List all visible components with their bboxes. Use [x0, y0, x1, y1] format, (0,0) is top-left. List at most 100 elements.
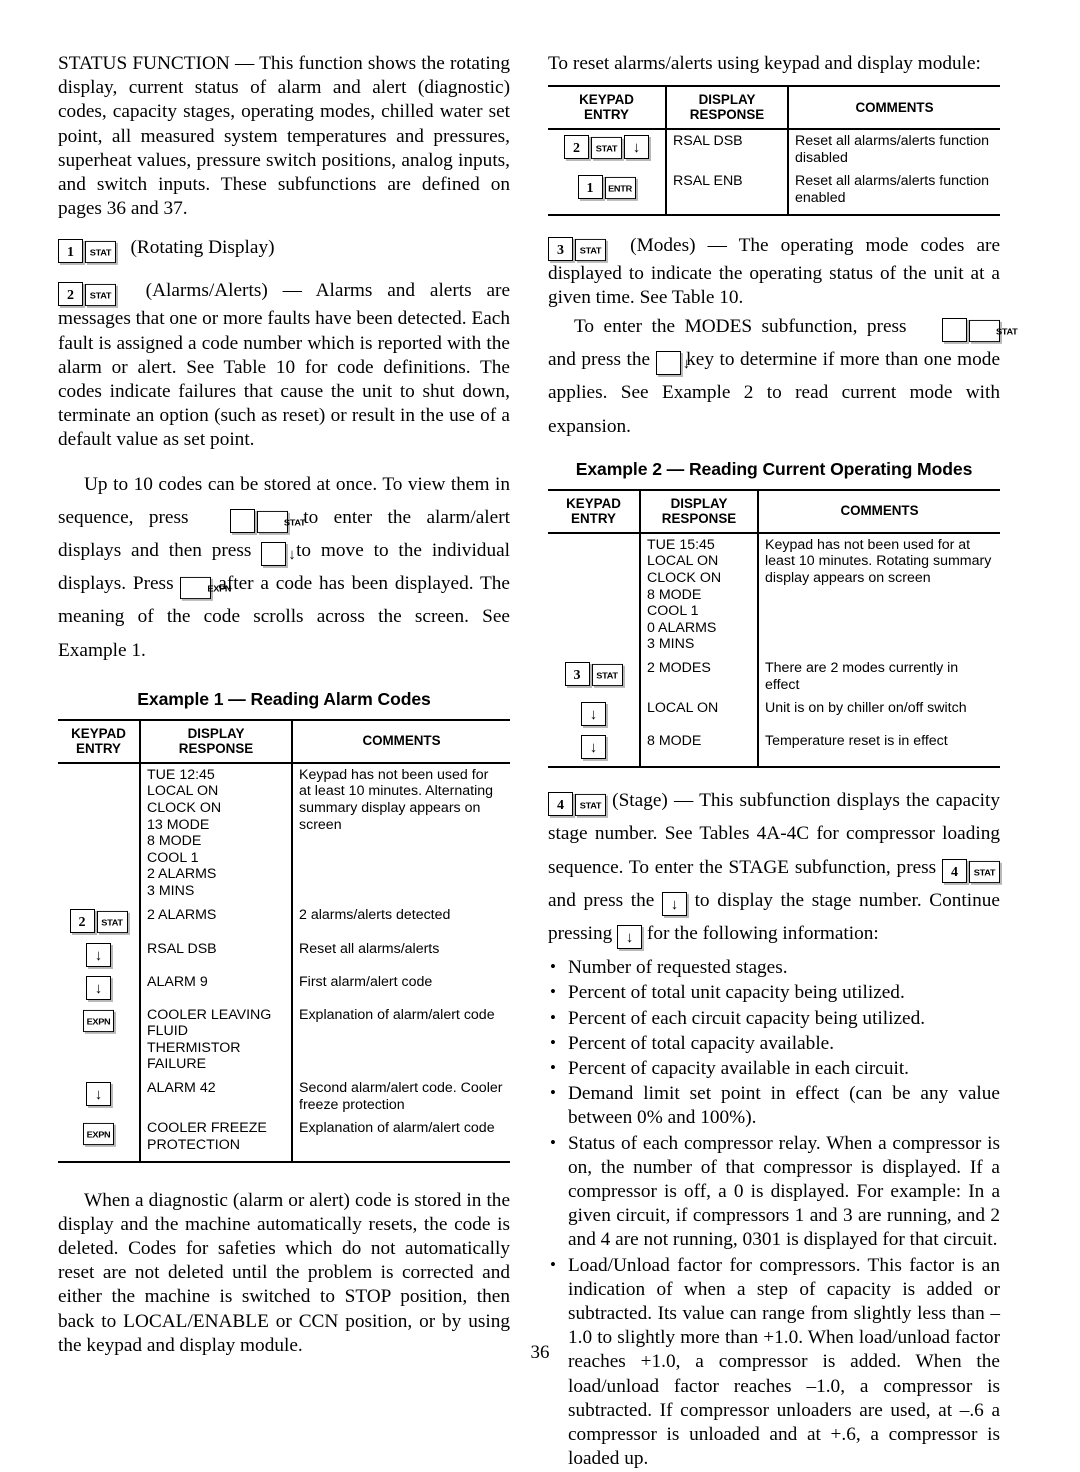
cell-comments: Unit is on by chiller on/off switch — [765, 700, 967, 717]
keypad-entry-keys: ↓ — [86, 1082, 111, 1107]
view-codes-paragraph: Up to 10 codes can be stored at once. To… — [58, 468, 510, 667]
table-row: EXPN COOLER LEAVING FLUID THERMISTOR FAIL… — [58, 1003, 510, 1078]
down-arrow-key-icon[interactable]: ↓ — [581, 702, 606, 727]
cell-comments: Second alarm/alert code. Cooler freeze p… — [299, 1080, 503, 1113]
right-column: To reset alarms/alerts using keypad and … — [548, 52, 1018, 1472]
cell-display-response: LOCAL ON — [640, 697, 759, 731]
key-4[interactable]: 4 — [548, 792, 573, 817]
cell-keypad-entry: ↓ — [58, 937, 141, 971]
keypair-3-stat: 3STAT — [916, 310, 1018, 343]
down-arrow-key-icon[interactable]: ↓ — [617, 925, 643, 950]
stat-key-icon[interactable]: STAT — [591, 137, 622, 160]
stat-key-icon[interactable]: STAT — [85, 284, 116, 307]
header-comments: COMMENTS — [788, 85, 1000, 131]
list-item: Percent of capacity available in each ci… — [548, 1057, 1000, 1081]
modes-enter-text-2: and press the — [548, 349, 651, 371]
cell-keypad-entry: ↓ — [548, 697, 641, 731]
stat-key-icon[interactable]: STAT — [96, 910, 128, 933]
down-arrow-key-icon[interactable]: ↓ — [86, 975, 111, 1000]
down-arrow-key-icon[interactable]: ↓ — [661, 891, 687, 916]
keypad-entry-keys: EXPN — [83, 1009, 114, 1033]
list-item: Demand limit set point in effect (can be… — [548, 1082, 1000, 1130]
example2-table-body: TUE 15:45 LOCAL ON CLOCK ON 8 MODE COOL … — [548, 532, 1000, 769]
key-3[interactable]: 3 — [942, 318, 976, 343]
modes-paragraph: 3 STAT (Modes) — The operating mode codes… — [548, 234, 1000, 310]
cell-display-response: 8 MODE — [640, 730, 759, 769]
stat-key-icon[interactable]: STAT — [969, 320, 1018, 343]
key-4[interactable]: 4 — [942, 858, 967, 883]
down-arrow-key-icon[interactable]: ↓ — [261, 542, 296, 567]
stage-text-4: for the following information: — [646, 923, 879, 945]
stage-bullet-list: Number of requested stages.Percent of to… — [548, 956, 1000, 1471]
key-1[interactable]: 1 — [577, 175, 603, 200]
keypair-4-stat: 4 STAT — [942, 851, 1000, 884]
example1-table-body: TUE 12:45 LOCAL ON CLOCK ON 13 MODE 8 MO… — [58, 762, 510, 1163]
list-item: Status of each compressor relay. When a … — [548, 1132, 1000, 1253]
cell-keypad-entry: 3 STAT — [548, 657, 641, 698]
down-arrow-key-icon[interactable]: ↓ — [655, 351, 690, 376]
header-display-response: DISPLAY RESPONSE — [666, 85, 789, 131]
page-number: 36 — [530, 1342, 550, 1363]
stat-key-icon[interactable]: STAT — [591, 664, 623, 687]
header-keypad-entry: KEYPAD ENTRY — [58, 718, 141, 764]
key-1[interactable]: 1 — [58, 239, 83, 264]
key-2[interactable]: 2 — [69, 908, 95, 933]
key-2[interactable]: 2 — [58, 282, 83, 307]
table-row: ↓ ALARM 42 Second alarm/alert code. Cooler… — [58, 1077, 510, 1118]
modes-enter-text-1: To enter the MODES subfunction, press — [574, 316, 907, 338]
key-2[interactable]: 2 — [564, 135, 589, 160]
example1-title: Example 1 — Reading Alarm Codes — [137, 688, 431, 709]
down-arrow-key-icon[interactable]: ↓ — [86, 942, 111, 967]
down-arrow-key-icon[interactable]: ↓ — [86, 1082, 111, 1107]
keypair-2-stat: 2STAT — [204, 501, 306, 534]
stat-key-icon[interactable]: STAT — [969, 860, 1000, 883]
keypad-entry-keys: 2 STAT — [69, 908, 128, 934]
reset-table-body: 2 STAT ↓ RSAL DSB Reset all alarms/alerts fu… — [548, 129, 1000, 216]
table-row: ↓ LOCAL ON Unit is on by chiller on/off sw… — [548, 697, 1000, 731]
table-row: ↓ RSAL DSB Reset all alarms/alerts — [58, 937, 510, 971]
alarms-alerts-text: (Alarms/Alerts) — Alarms and alerts are … — [58, 280, 511, 451]
table-header-row: KEYPAD ENTRY DISPLAY RESPONSE COMMENTS — [58, 718, 510, 764]
table-row: 3 STAT 2 MODES There are 2 modes currently … — [548, 657, 1000, 698]
cell-keypad-entry: ↓ — [58, 970, 141, 1004]
left-column: STATUS FUNCTION — This function shows th… — [58, 52, 510, 1358]
key-3[interactable]: 3 — [564, 662, 590, 687]
cell-keypad-entry: ↓ — [58, 1077, 141, 1118]
header-display-response: DISPLAY RESPONSE — [640, 488, 759, 534]
key-2[interactable]: 2 — [229, 508, 264, 533]
keypair-1-stat: 1 STAT — [58, 236, 116, 264]
key-3[interactable]: 3 — [548, 236, 573, 261]
cell-comments: There are 2 modes currently in effect — [765, 660, 959, 693]
reset-alarms-table: KEYPAD ENTRY DISPLAY RESPONSE COMMENTS 2… — [548, 85, 1000, 216]
cell-display-response: RSAL ENB — [666, 170, 789, 216]
cell-keypad-entry: 2 STAT ↓ — [548, 129, 667, 171]
keypad-entry-keys: 2 STAT ↓ — [564, 135, 649, 160]
stat-key-icon[interactable]: STAT — [575, 794, 606, 817]
table-row: 1 ENTR RSAL ENB Reset all alarms/alerts fun… — [548, 170, 1000, 216]
keypair-2-stat: 2STAT — [58, 279, 116, 307]
down-arrow-key-icon[interactable]: ↓ — [624, 135, 649, 160]
table-row: 2 STAT 2 ALARMS 2 alarms/alerts detected — [58, 903, 510, 938]
cell-comments: Reset all alarms/alerts function disable… — [795, 133, 989, 166]
cell-comments: Temperature reset is in effect — [758, 730, 1000, 769]
expn-key-icon[interactable]: EXPN — [83, 1009, 114, 1032]
status-function-paragraph: STATUS FUNCTION — This function shows th… — [58, 53, 510, 220]
modes-text: (Modes) — The operating mode codes are d… — [548, 234, 1001, 308]
alarms-alerts-paragraph: 2 STAT (Alarms/Alerts) — Alarms and alert… — [58, 279, 510, 452]
two-column-layout: STATUS FUNCTION — This function shows th… — [58, 52, 1022, 1472]
expn-key-icon[interactable]: EXPN — [180, 577, 232, 600]
header-keypad-entry: KEYPAD ENTRY — [548, 488, 641, 534]
stat-key-icon[interactable]: STAT — [256, 510, 306, 533]
stat-key-icon[interactable]: STAT — [575, 238, 606, 261]
header-comments: COMMENTS — [292, 718, 510, 764]
cell-display-response: RSAL DSB — [666, 129, 789, 171]
cell-keypad-entry — [548, 532, 641, 658]
keypad-entry-keys: EXPN — [83, 1122, 114, 1146]
example1-table: KEYPAD ENTRY DISPLAY RESPONSE COMMENTS T… — [58, 718, 510, 1163]
down-arrow-key-icon[interactable]: ↓ — [581, 735, 606, 760]
rotating-display-label: (Rotating Display) — [130, 237, 275, 259]
document-page: STATUS FUNCTION — This function shows th… — [0, 0, 1080, 1469]
entr-key-icon[interactable]: ENTR — [604, 177, 636, 200]
stat-key-icon[interactable]: STAT — [85, 241, 116, 264]
expn-key-icon[interactable]: EXPN — [83, 1123, 114, 1146]
